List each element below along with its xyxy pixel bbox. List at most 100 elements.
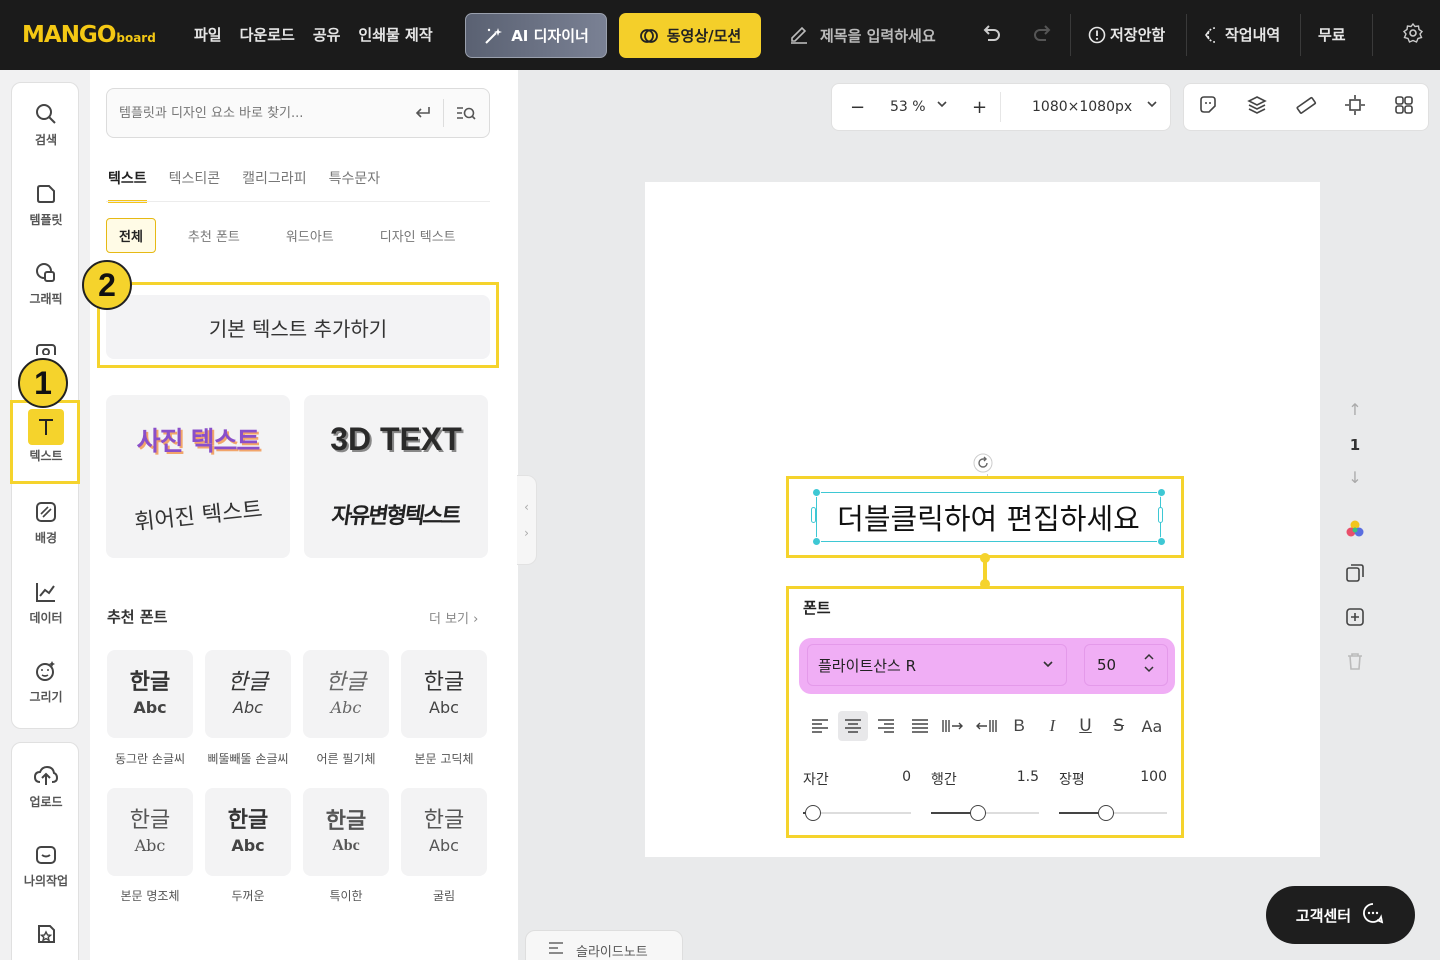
menu-download[interactable]: 다운로드 <box>240 24 295 45</box>
align-justify-icon[interactable] <box>905 711 935 741</box>
italic-icon[interactable]: I <box>1037 711 1067 741</box>
page-down-arrow-icon[interactable]: ↓ <box>1348 468 1361 492</box>
side-resize-handle[interactable] <box>1158 507 1163 523</box>
chip-recommended-fonts[interactable]: 추천 폰트 <box>174 218 254 253</box>
chip-wordart[interactable]: 워드아트 <box>272 218 348 253</box>
align-center-icon[interactable] <box>838 711 869 741</box>
stepper-arrows-icon[interactable] <box>1143 652 1155 678</box>
customer-center-button[interactable]: 고객센터 <box>1266 886 1415 944</box>
resize-handle[interactable] <box>1157 537 1166 546</box>
size-dropdown-chevron-icon[interactable] <box>1146 98 1158 114</box>
duplicate-page-icon[interactable] <box>1344 562 1366 588</box>
font-card[interactable]: 한글 Abc <box>303 650 389 738</box>
delete-trash-icon[interactable] <box>1344 650 1366 676</box>
top-bar: MANGO board 파일 다운로드 공유 인쇄물 제작 AI 디자이너 동영… <box>0 0 1440 70</box>
grid-view-icon[interactable] <box>1393 94 1415 120</box>
zoom-out-minus-icon[interactable]: − <box>850 97 865 118</box>
more-fonts-link[interactable]: 더 보기 › <box>429 608 478 627</box>
rail-item-template[interactable]: 템플릿 <box>12 175 80 245</box>
font-card[interactable]: 한글 Abc <box>107 650 193 738</box>
style-free-transform-text[interactable]: 자유변형텍스트 <box>304 470 488 558</box>
resize-handle[interactable] <box>812 537 821 546</box>
menu-print[interactable]: 인쇄물 제작 <box>358 24 432 45</box>
rail-item-graphic[interactable]: 그래픽 <box>12 254 80 324</box>
zoom-dropdown-chevron-icon[interactable] <box>936 98 948 114</box>
chip-all[interactable]: 전체 <box>106 218 156 253</box>
bold-icon[interactable]: B <box>1004 711 1034 741</box>
color-palette-icon[interactable] <box>1344 518 1366 544</box>
zoom-in-plus-icon[interactable]: + <box>972 97 987 118</box>
panel-collapse-handle[interactable]: ‹ › <box>517 475 537 565</box>
resize-handle[interactable] <box>812 488 821 497</box>
sticker-note-icon[interactable] <box>1197 94 1219 120</box>
letter-spacing-shrink-icon[interactable] <box>971 711 1001 741</box>
strikethrough-icon[interactable]: S <box>1104 711 1134 741</box>
resize-handle[interactable] <box>1157 488 1166 497</box>
tab-text[interactable]: 텍스트 <box>108 168 147 203</box>
video-motion-button[interactable]: 동영상/모션 <box>619 13 761 58</box>
char-width-slider[interactable]: 장평 100 <box>1059 769 1167 821</box>
document-title-input[interactable]: 제목을 입력하세요 <box>788 24 936 46</box>
line-height-slider[interactable]: 행간 1.5 <box>931 769 1039 821</box>
template-search-input[interactable] <box>119 105 399 121</box>
save-status[interactable]: 저장안함 <box>1088 24 1165 45</box>
alert-circle-icon <box>1088 26 1106 43</box>
ai-designer-button[interactable]: AI 디자이너 <box>465 13 607 58</box>
rail-item-favorites[interactable] <box>12 915 80 960</box>
redo-icon[interactable] <box>1032 22 1054 49</box>
letter-spacing-expand-icon[interactable] <box>938 711 968 741</box>
rail-item-search[interactable]: 검색 <box>12 95 80 165</box>
undo-icon[interactable] <box>980 22 1002 49</box>
tab-calligraphy[interactable]: 캘리그라피 <box>242 168 306 203</box>
plan-button[interactable]: 무료 <box>1318 24 1346 45</box>
rotate-handle-icon[interactable] <box>972 452 994 478</box>
ruler-icon[interactable] <box>1295 94 1317 120</box>
page-up-arrow-icon[interactable]: ↑ <box>1348 400 1361 424</box>
rail-item-data[interactable]: 데이터 <box>12 573 80 643</box>
rail-item-my-work[interactable]: 나의작업 <box>12 836 80 906</box>
align-right-icon[interactable] <box>871 711 901 741</box>
crop-guide-icon[interactable] <box>1344 94 1366 120</box>
document-title-placeholder: 제목을 입력하세요 <box>820 26 936 45</box>
menu-share[interactable]: 공유 <box>313 24 341 45</box>
font-family-select[interactable]: 플라이트산스 R <box>807 644 1067 686</box>
enter-return-icon[interactable] <box>413 103 433 127</box>
chip-design-text[interactable]: 디자인 텍스트 <box>366 218 470 253</box>
tabs-divider <box>106 201 490 202</box>
font-card[interactable]: 한글 Abc <box>401 650 487 738</box>
logo[interactable]: MANGO board <box>22 22 156 48</box>
rail-item-upload[interactable]: 업로드 <box>12 757 80 827</box>
slider-knob[interactable] <box>969 805 986 821</box>
font-card[interactable]: 한글 Abc <box>303 788 389 876</box>
layers-icon[interactable] <box>1246 94 1268 120</box>
align-left-icon[interactable] <box>805 711 835 741</box>
menu-file[interactable]: 파일 <box>194 24 222 45</box>
filter-search-icon[interactable] <box>455 103 477 127</box>
template-search-box[interactable] <box>106 88 490 138</box>
font-name-label: 특이한 <box>329 889 363 903</box>
letter-spacing-slider[interactable]: 자간 0 <box>803 769 911 821</box>
settings-gear-icon[interactable] <box>1402 22 1424 49</box>
text-case-icon[interactable]: Aa <box>1137 711 1167 741</box>
rail-item-background[interactable]: 배경 <box>12 493 80 563</box>
add-page-icon[interactable] <box>1344 606 1366 632</box>
slide-note-tab[interactable]: 슬라이드노트 <box>525 930 683 960</box>
font-card[interactable]: 한글 Abc <box>205 650 291 738</box>
underline-icon[interactable]: U <box>1071 711 1101 741</box>
tab-texticon[interactable]: 텍스티콘 <box>169 168 221 203</box>
history-button[interactable]: 작업내역 <box>1203 24 1280 45</box>
zoom-level[interactable]: 53 % <box>890 99 926 115</box>
font-card[interactable]: 한글 Abc <box>205 788 291 876</box>
canvas-size[interactable]: 1080×1080px <box>1032 99 1132 115</box>
font-card[interactable]: 한글 Abc <box>401 788 487 876</box>
style-curved-text[interactable]: 휘어진 텍스트 <box>106 470 290 558</box>
font-size-stepper[interactable]: 50 <box>1084 644 1168 686</box>
slider-knob[interactable] <box>1097 805 1114 821</box>
canvas-text-box[interactable]: 더블클릭하여 편집하세요 <box>816 492 1161 542</box>
rail-item-draw[interactable]: 그리기 <box>12 652 80 722</box>
tab-special-chars[interactable]: 특수문자 <box>329 168 381 203</box>
rail-item-hidden[interactable] <box>12 333 80 355</box>
font-card[interactable]: 한글 Abc <box>107 788 193 876</box>
side-resize-handle[interactable] <box>811 507 816 523</box>
slider-knob[interactable] <box>805 805 821 821</box>
